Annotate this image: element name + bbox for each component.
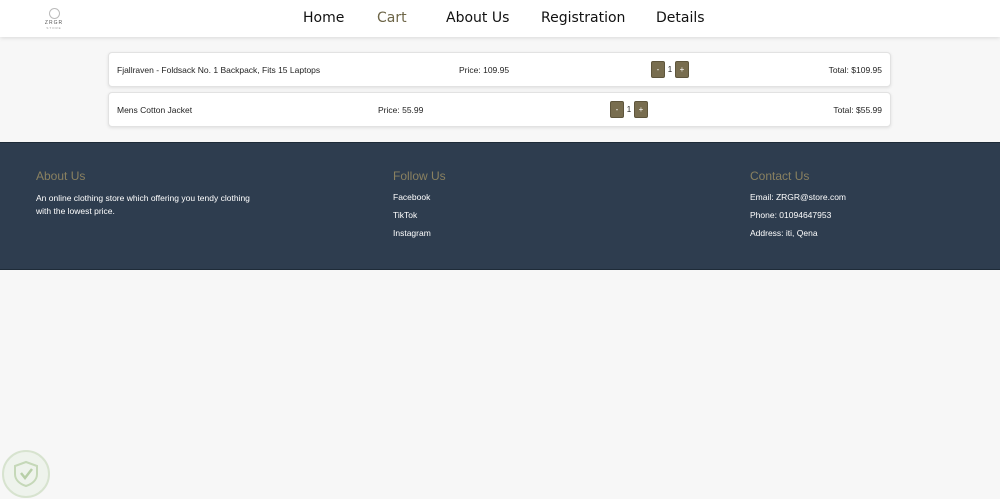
contact-phone: Phone: 01094647953 bbox=[750, 210, 832, 220]
cart-item-name: Fjallraven - Foldsack No. 1 Backpack, Fi… bbox=[117, 65, 321, 75]
nav-home[interactable]: Home bbox=[303, 9, 344, 27]
footer: About Us An online clothing store which … bbox=[0, 142, 1000, 270]
decrement-button[interactable]: - bbox=[651, 61, 665, 78]
nav-cart[interactable]: Cart bbox=[377, 9, 407, 27]
quantity-stepper: - 1 + bbox=[651, 61, 689, 78]
cart-item: Mens Cotton Jacket Price: 55.99 - 1 + To… bbox=[108, 92, 891, 127]
footer-link-instagram[interactable]: Instagram bbox=[393, 228, 543, 238]
cart-item-price: Price: 55.99 bbox=[378, 105, 424, 115]
contact-email: Email: ZRGR@store.com bbox=[750, 192, 847, 202]
quantity-value: 1 bbox=[667, 65, 673, 74]
increment-button[interactable]: + bbox=[634, 101, 648, 118]
footer-follow: Follow Us Facebook TikTok Instagram bbox=[393, 169, 543, 246]
decrement-button[interactable]: - bbox=[610, 101, 624, 118]
footer-follow-title: Follow Us bbox=[393, 169, 446, 183]
cart-item-name: Mens Cotton Jacket bbox=[117, 105, 193, 115]
quantity-stepper: - 1 + bbox=[610, 101, 648, 118]
navbar: ZRGR STORE Home Cart About Us Registrati… bbox=[0, 0, 1000, 37]
main-nav: Home Cart About Us Registration Details bbox=[0, 9, 1000, 29]
nav-about-us[interactable]: About Us bbox=[446, 9, 509, 27]
footer-about-text: An online clothing store which offering … bbox=[36, 193, 250, 216]
cart-item-total: Total: $109.95 bbox=[828, 65, 882, 75]
cart-item-total: Total: $55.99 bbox=[833, 105, 882, 115]
nav-details[interactable]: Details bbox=[656, 9, 705, 27]
footer-contact-title: Contact Us bbox=[750, 169, 810, 183]
footer-about: About Us An online clothing store which … bbox=[36, 169, 256, 218]
shield-check-icon bbox=[14, 460, 38, 488]
increment-button[interactable]: + bbox=[675, 61, 689, 78]
footer-contact: Contact Us Email: ZRGR@store.com Phone: … bbox=[750, 169, 950, 246]
watermark-logo bbox=[2, 450, 50, 498]
nav-registration[interactable]: Registration bbox=[541, 9, 625, 27]
cart-item: Fjallraven - Foldsack No. 1 Backpack, Fi… bbox=[108, 52, 891, 87]
cart-item-price: Price: 109.95 bbox=[459, 65, 510, 75]
footer-link-facebook[interactable]: Facebook bbox=[393, 192, 543, 202]
contact-address: Address: iti, Qena bbox=[750, 228, 818, 238]
footer-link-tiktok[interactable]: TikTok bbox=[393, 210, 543, 220]
footer-about-title: About Us bbox=[36, 169, 86, 183]
quantity-value: 1 bbox=[626, 105, 632, 114]
